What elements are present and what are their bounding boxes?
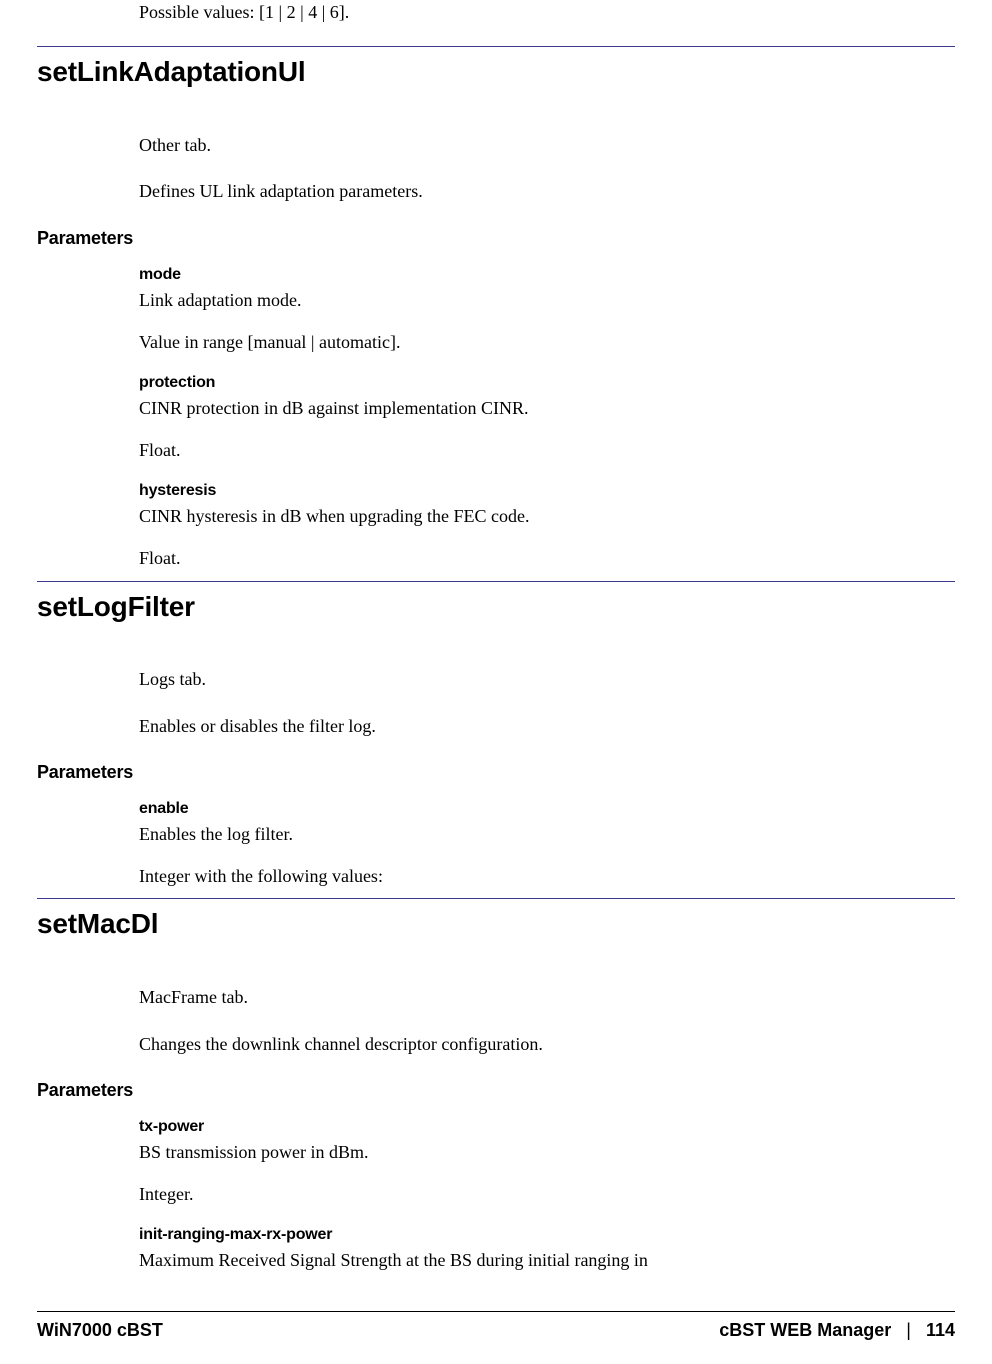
footer-page-number: 114	[926, 1320, 955, 1340]
footer-separator: |	[896, 1320, 921, 1340]
parameters-heading: Parameters	[37, 226, 955, 250]
section-tab-line: Logs tab.	[139, 667, 945, 691]
section-rule	[37, 581, 955, 582]
param-type: Float.	[139, 546, 945, 570]
param-type: Value in range [manual | automatic].	[139, 330, 945, 354]
page-footer: WiN7000 cBST cBST WEB Manager | 114	[37, 1311, 955, 1342]
section-desc-line: Changes the downlink channel descriptor …	[139, 1032, 945, 1056]
param-desc: BS transmission power in dBm.	[139, 1140, 945, 1164]
section-tab-line: Other tab.	[139, 133, 945, 157]
section-rule	[37, 46, 955, 47]
footer-rule	[37, 1311, 955, 1312]
section-heading-setmacdl: setMacDl	[37, 905, 955, 943]
section-desc-line: Enables or disables the filter log.	[139, 714, 945, 738]
section-tab-line: MacFrame tab.	[139, 985, 945, 1009]
param-type: Integer with the following values:	[139, 864, 945, 888]
param-desc: Maximum Received Signal Strength at the …	[139, 1248, 945, 1272]
param-name-mode: mode	[139, 264, 945, 286]
param-desc: CINR protection in dB against implementa…	[139, 396, 945, 420]
param-name-enable: enable	[139, 798, 945, 820]
param-type: Integer.	[139, 1182, 945, 1206]
param-desc: CINR hysteresis in dB when upgrading the…	[139, 504, 945, 528]
section-heading-setlogfilter: setLogFilter	[37, 588, 955, 626]
parameters-heading: Parameters	[37, 760, 955, 784]
footer-left: WiN7000 cBST	[37, 1318, 163, 1342]
param-type: Float.	[139, 438, 945, 462]
section-desc-line: Defines UL link adaptation parameters.	[139, 179, 945, 203]
param-name-hysteresis: hysteresis	[139, 480, 945, 502]
param-desc: Enables the log filter.	[139, 822, 945, 846]
possible-values-text: Possible values: [1 | 2 | 4 | 6].	[139, 0, 945, 24]
page: Possible values: [1 | 2 | 4 | 6]. setLin…	[0, 0, 992, 1364]
param-name-init-ranging-max-rx-power: init-ranging-max-rx-power	[139, 1224, 945, 1246]
section-heading-setlinkadaptationul: setLinkAdaptationUl	[37, 53, 955, 91]
param-name-tx-power: tx-power	[139, 1116, 945, 1138]
footer-right-label: cBST WEB Manager	[719, 1320, 891, 1340]
footer-right: cBST WEB Manager | 114	[719, 1318, 955, 1342]
section-rule	[37, 898, 955, 899]
parameters-heading: Parameters	[37, 1078, 955, 1102]
param-name-protection: protection	[139, 372, 945, 394]
param-desc: Link adaptation mode.	[139, 288, 945, 312]
